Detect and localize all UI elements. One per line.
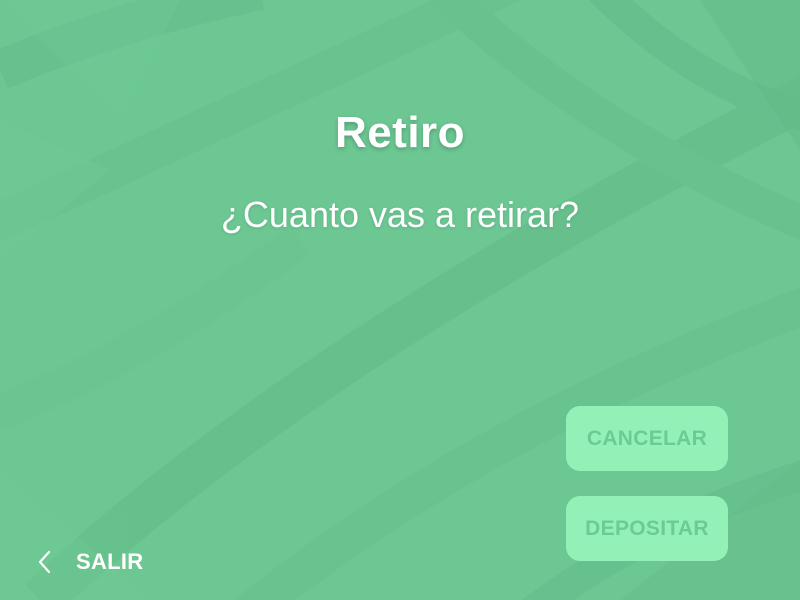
amount-prompt: ¿Cuanto vas a retirar? — [220, 194, 580, 235]
exit-button[interactable]: SALIR — [36, 544, 144, 580]
exit-label: SALIR — [76, 549, 144, 574]
cancel-button[interactable]: CANCELAR — [566, 406, 728, 471]
cancel-button-label: CANCELAR — [586, 426, 708, 450]
chevron-left-icon — [36, 550, 54, 574]
deposit-button[interactable]: DEPOSITAR — [566, 496, 728, 561]
deposit-button-label: DEPOSITAR — [585, 516, 709, 540]
withdraw-screen: Retiro ¿Cuanto vas a retirar? CANCELAR D… — [0, 0, 800, 600]
page-title: Retiro — [334, 108, 466, 157]
